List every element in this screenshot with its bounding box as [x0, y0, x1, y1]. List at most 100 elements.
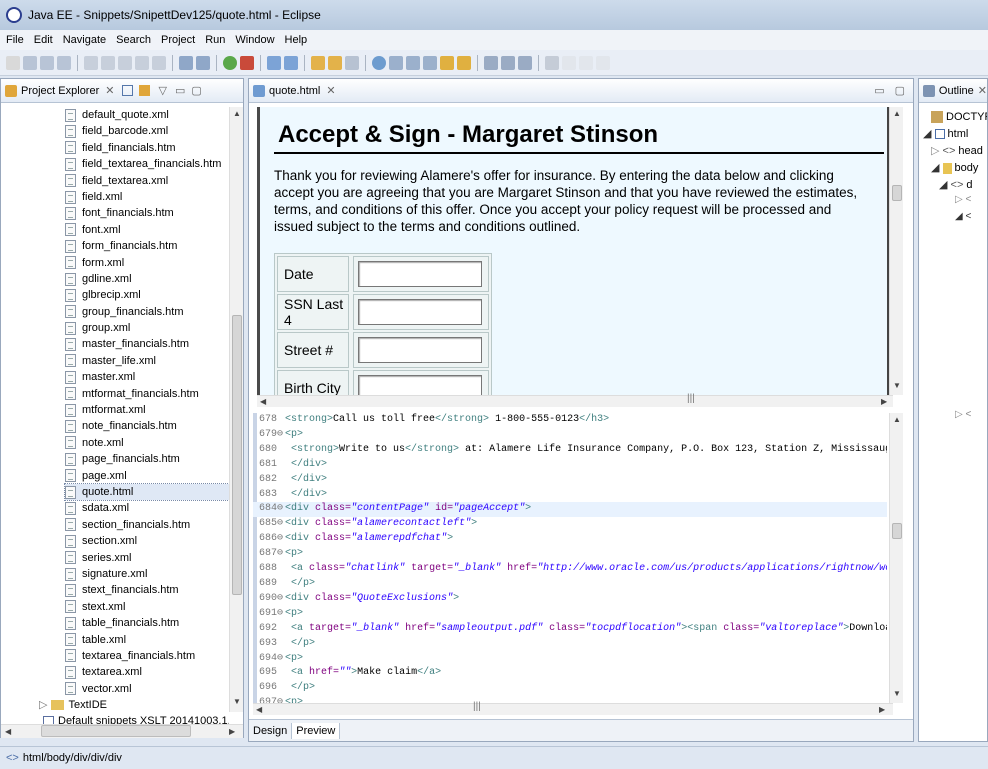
source-editor[interactable]: 678 <strong>Call us toll free</strong> 1-… — [253, 413, 887, 703]
tab-design[interactable]: Design — [249, 722, 293, 739]
close-icon[interactable]: ✕ — [978, 84, 987, 97]
file-item[interactable]: group.xml — [65, 320, 229, 336]
file-item[interactable]: stext.xml — [65, 599, 229, 615]
file-item[interactable]: field_financials.htm — [65, 140, 229, 156]
maximize-icon[interactable]: ▢ — [191, 84, 201, 97]
birth-city-input[interactable] — [358, 375, 482, 397]
file-item[interactable]: master.xml — [65, 369, 229, 385]
file-item[interactable]: font_financials.htm — [65, 205, 229, 221]
prev-annotation-icon[interactable] — [423, 55, 437, 70]
file-item[interactable]: field_barcode.xml — [65, 123, 229, 139]
file-item[interactable]: form_financials.htm — [65, 238, 229, 254]
file-item[interactable]: textarea.xml — [65, 664, 229, 680]
explorer-scrollbar[interactable]: ▲ ▼ — [229, 107, 243, 712]
open-type-icon[interactable] — [311, 55, 325, 70]
file-item[interactable]: master_life.xml — [65, 353, 229, 369]
file-item[interactable]: note_financials.htm — [65, 418, 229, 434]
collapse-all-icon[interactable] — [122, 85, 134, 96]
outline-html[interactable]: ◢ html — [923, 126, 968, 142]
file-item[interactable]: stext_financials.htm — [65, 582, 229, 598]
tab-preview[interactable]: Preview — [292, 722, 341, 739]
file-item[interactable]: table.xml — [65, 632, 229, 648]
preview-icon[interactable] — [518, 55, 532, 70]
minimize-icon[interactable]: ▭ — [175, 84, 185, 97]
maximize-icon[interactable]: ▢ — [895, 84, 905, 97]
file-item[interactable]: page_financials.htm — [65, 451, 229, 467]
menu-file[interactable]: File — [6, 34, 24, 46]
format-icon[interactable] — [545, 55, 559, 70]
date-input[interactable] — [358, 261, 482, 287]
file-item[interactable]: note.xml — [65, 435, 229, 451]
close-icon[interactable]: ✕ — [326, 84, 335, 97]
search-icon[interactable] — [345, 55, 359, 70]
next-annotation-icon[interactable] — [406, 55, 420, 70]
code-hscrollbar[interactable]: ◀ ||| ▶ — [253, 701, 893, 715]
layout-icon[interactable] — [484, 55, 498, 70]
file-item[interactable]: section.xml — [65, 533, 229, 549]
file-item[interactable]: form.xml — [65, 255, 229, 271]
run-icon[interactable] — [223, 55, 237, 70]
file-item[interactable]: mtformat_financials.htm — [65, 386, 229, 402]
outline-doctype[interactable]: DOCTYP — [931, 109, 987, 125]
file-item[interactable]: sdata.xml — [65, 500, 229, 516]
external-tools-icon[interactable] — [240, 55, 254, 70]
menu-navigate[interactable]: Navigate — [63, 34, 106, 46]
suspend-icon[interactable] — [118, 55, 132, 70]
file-item[interactable]: page.xml — [65, 468, 229, 484]
street-input[interactable] — [358, 337, 482, 363]
annotation-icon[interactable] — [389, 55, 403, 70]
file-item[interactable]: signature.xml — [65, 566, 229, 582]
split-icon[interactable] — [501, 55, 515, 70]
new-icon[interactable] — [6, 55, 20, 70]
deploy-icon[interactable] — [196, 55, 210, 70]
outline-tab[interactable]: Outline ✕ — [919, 79, 987, 103]
ssn-input[interactable] — [358, 299, 482, 325]
view-menu-icon[interactable]: ▽ — [158, 84, 166, 97]
outline-div[interactable]: ◢ <> d — [939, 177, 973, 193]
menu-search[interactable]: Search — [116, 34, 151, 46]
close-icon[interactable]: ✕ — [105, 84, 114, 97]
file-item[interactable]: section_financials.htm — [65, 517, 229, 533]
project-explorer-tab[interactable]: Project Explorer ✕ ▽ ▭ ▢ — [1, 79, 243, 103]
menu-run[interactable]: Run — [205, 34, 225, 46]
menu-project[interactable]: Project — [161, 34, 195, 46]
file-item[interactable]: quote.html — [64, 482, 229, 502]
minimize-icon[interactable]: ▭ — [874, 84, 884, 97]
editor-tab-quote[interactable]: quote.html — [269, 85, 320, 97]
file-item[interactable]: field_textarea.xml — [65, 173, 229, 189]
file-item[interactable]: series.xml — [65, 550, 229, 566]
new-java-project-icon[interactable] — [267, 55, 281, 70]
outline-body[interactable]: ◢ body — [931, 160, 978, 176]
save-icon[interactable] — [23, 55, 37, 70]
print-icon[interactable] — [57, 55, 71, 70]
file-item[interactable]: mtformat.xml — [65, 402, 229, 418]
explorer-scroll-thumb[interactable] — [232, 315, 242, 595]
link-editor-icon[interactable] — [139, 85, 151, 96]
file-item[interactable]: gdline.xml — [65, 271, 229, 287]
file-item[interactable]: glbrecip.xml — [65, 287, 229, 303]
back-icon[interactable] — [440, 55, 454, 70]
file-item[interactable]: vector.xml — [65, 681, 229, 697]
server-icon[interactable] — [179, 55, 193, 70]
step-icon[interactable] — [152, 55, 166, 70]
file-item[interactable]: field_textarea_financials.htm — [65, 156, 229, 172]
file-item[interactable]: field.xml — [65, 189, 229, 205]
menu-edit[interactable]: Edit — [34, 34, 53, 46]
outline-head[interactable]: ▷ <> head — [931, 143, 983, 159]
terminate-icon[interactable] — [135, 55, 149, 70]
open-resource-icon[interactable] — [328, 55, 342, 70]
file-item[interactable]: group_financials.htm — [65, 304, 229, 320]
debug-icon[interactable] — [84, 55, 98, 70]
file-item[interactable]: master_financials.htm — [65, 336, 229, 352]
folder-textide[interactable]: ▷ TextIDE — [39, 697, 229, 713]
file-item[interactable]: table_financials.htm — [65, 615, 229, 631]
file-item[interactable]: textarea_financials.htm — [65, 648, 229, 664]
file-item[interactable]: font.xml — [65, 222, 229, 238]
file-item[interactable]: default_quote.xml — [65, 107, 229, 123]
preview-scrollbar[interactable]: ▲ ▼ — [889, 107, 903, 395]
forward-icon[interactable] — [457, 55, 471, 70]
menu-help[interactable]: Help — [285, 34, 308, 46]
menu-window[interactable]: Window — [235, 34, 274, 46]
explorer-hscrollbar[interactable]: ◀ ▶ — [1, 724, 243, 738]
preview-hscrollbar[interactable]: ◀ ||| ▶ — [257, 393, 893, 407]
